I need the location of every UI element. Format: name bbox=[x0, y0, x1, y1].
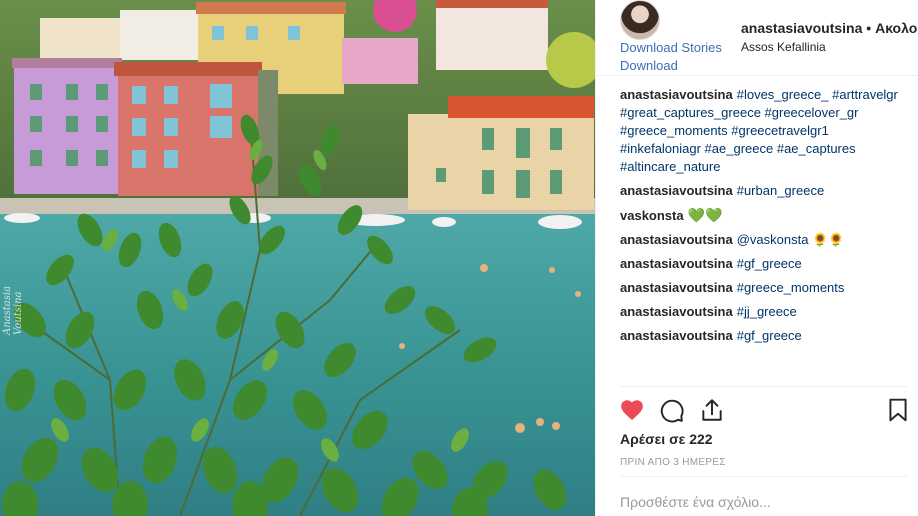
comment-icon[interactable] bbox=[659, 397, 685, 423]
header-username-line: anastasiavoutsina • Ακολο bbox=[741, 20, 917, 36]
comment-item: vaskonsta 💚💚 bbox=[620, 206, 910, 225]
comment-username[interactable]: anastasiavoutsina bbox=[620, 328, 733, 343]
post-side-panel: anastasiavoutsina • Ακολο Assos Kefallin… bbox=[595, 0, 918, 516]
comment-item: anastasiavoutsina #jj_greece bbox=[620, 303, 910, 321]
comment-item: anastasiavoutsina #loves_greece_ #arttrav… bbox=[620, 86, 910, 176]
likes-count[interactable]: Αρέσει σε 222 bbox=[620, 431, 713, 447]
comment-item: anastasiavoutsina #gf_greece bbox=[620, 255, 910, 273]
add-comment-divider bbox=[620, 476, 907, 477]
bookmark-icon[interactable] bbox=[885, 397, 911, 423]
comment-text[interactable]: @vaskonsta 🌻🌻 bbox=[737, 232, 845, 247]
comment-username[interactable]: anastasiavoutsina bbox=[620, 304, 733, 319]
comment-text[interactable]: #urban_greece bbox=[737, 183, 824, 198]
comment-username[interactable]: anastasiavoutsina bbox=[620, 183, 733, 198]
post-timestamp[interactable]: ΠΡΙΝ ΑΠΟ 3 ΗΜΕΡΕΣ bbox=[620, 457, 726, 468]
download-link[interactable]: Download bbox=[620, 58, 678, 73]
actions-divider bbox=[620, 386, 907, 387]
location-link[interactable]: Assos Kefallinia bbox=[741, 40, 826, 54]
comment-username[interactable]: anastasiavoutsina bbox=[620, 232, 733, 247]
comment-item: anastasiavoutsina @vaskonsta 🌻🌻 bbox=[620, 231, 910, 249]
avatar[interactable] bbox=[620, 0, 660, 40]
comment-username[interactable]: anastasiavoutsina bbox=[620, 256, 733, 271]
comment-text[interactable]: #gf_greece bbox=[737, 256, 802, 271]
post-photo[interactable]: Anastasia Voutsina bbox=[0, 0, 595, 516]
download-stories-link[interactable]: Download Stories bbox=[620, 40, 722, 55]
header-username[interactable]: anastasiavoutsina bbox=[741, 20, 862, 36]
comment-username[interactable]: anastasiavoutsina bbox=[620, 87, 733, 102]
header-separator: • bbox=[866, 20, 872, 36]
comment-item: anastasiavoutsina #gf_greece bbox=[620, 327, 910, 345]
comment-text[interactable]: #gf_greece bbox=[737, 328, 802, 343]
comment-item: anastasiavoutsina #greece_moments bbox=[620, 279, 910, 297]
comment-item: anastasiavoutsina #urban_greece bbox=[620, 182, 910, 200]
comment-text: 💚💚 bbox=[687, 207, 723, 223]
heart-icon[interactable] bbox=[619, 397, 645, 423]
post-header: anastasiavoutsina • Ακολο Assos Kefallin… bbox=[596, 0, 918, 76]
harbor-photo-image bbox=[0, 0, 595, 516]
add-comment-input[interactable] bbox=[620, 494, 900, 510]
photo-signature: Anastasia Voutsina bbox=[2, 285, 24, 335]
comment-text[interactable]: #jj_greece bbox=[737, 304, 797, 319]
comment-username[interactable]: vaskonsta bbox=[620, 208, 684, 223]
comment-list: anastasiavoutsina #loves_greece_ #arttrav… bbox=[620, 86, 910, 386]
follow-button[interactable]: Ακολο bbox=[875, 20, 917, 36]
share-icon[interactable] bbox=[699, 397, 725, 423]
comment-text[interactable]: #greece_moments bbox=[737, 280, 845, 295]
comment-username[interactable]: anastasiavoutsina bbox=[620, 280, 733, 295]
